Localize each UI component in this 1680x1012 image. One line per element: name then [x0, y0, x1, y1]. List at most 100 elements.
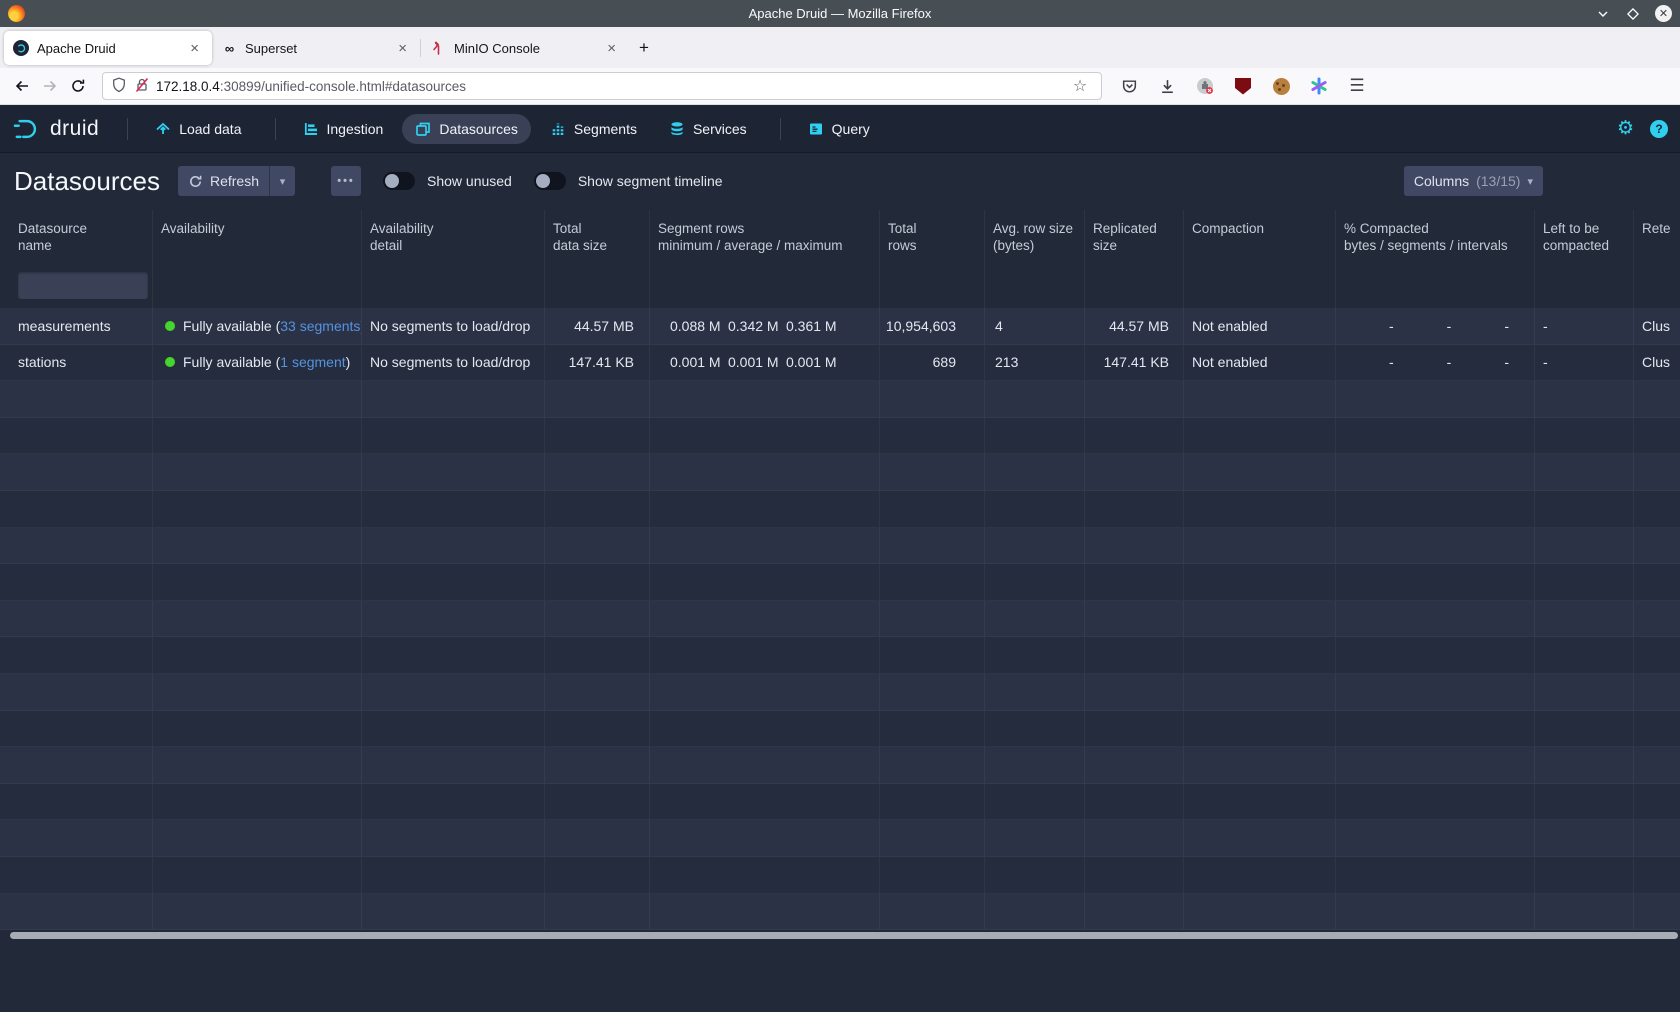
empty-table-row: [0, 381, 1680, 418]
bookmark-star-icon[interactable]: ☆: [1067, 73, 1093, 99]
nav-item-label: Ingestion: [327, 121, 384, 137]
refresh-dropdown-button[interactable]: ▾: [269, 166, 295, 196]
nav-item-services[interactable]: Services: [656, 114, 760, 144]
nav-item-ingestion[interactable]: Ingestion: [290, 114, 397, 144]
nav-item-segments[interactable]: Segments: [537, 114, 650, 144]
window-maximize-button[interactable]: [1625, 6, 1641, 22]
tab-minio-console[interactable]: MinIO Console ×: [421, 31, 629, 65]
chevron-down-icon: ▾: [1527, 175, 1533, 188]
settings-gear-icon[interactable]: ⚙: [1617, 117, 1634, 140]
nav-item-datasources[interactable]: Datasources: [402, 114, 531, 144]
superset-favicon-icon: ∞: [221, 40, 237, 56]
pocket-icon[interactable]: [1116, 73, 1142, 99]
segments-link[interactable]: 33 segments: [280, 318, 360, 334]
url-bar[interactable]: 172.18.0.4:30899/unified-console.html#da…: [102, 72, 1102, 100]
cookie-extension-icon[interactable]: [1268, 73, 1294, 99]
column-header-availability-detail[interactable]: Availabilitydetail: [362, 210, 545, 262]
show-unused-toggle[interactable]: [383, 172, 415, 190]
total-rows-cell: 10,954,603: [880, 308, 985, 344]
tab-label: Superset: [245, 41, 394, 56]
table-row-stations[interactable]: stations Fully available (1 segment) No …: [0, 345, 1680, 382]
refresh-icon: [188, 174, 203, 189]
window-close-button[interactable]: ✕: [1655, 5, 1672, 22]
reload-button[interactable]: [64, 72, 92, 100]
nav-divider: [127, 118, 128, 140]
shield-icon[interactable]: [111, 77, 127, 96]
druid-brand[interactable]: druid: [12, 116, 99, 142]
tab-close-icon[interactable]: ×: [394, 38, 411, 59]
druid-navbar: druid Load data Ingestion Datasources Se…: [0, 105, 1680, 152]
refresh-button[interactable]: Refresh: [178, 166, 269, 196]
column-header-segment-rows[interactable]: Segment rowsminimum / average / maximum: [650, 210, 880, 262]
table-row-measurements[interactable]: measurements Fully available (33 segment…: [0, 308, 1680, 345]
table-empty-rows: [0, 381, 1680, 930]
total-data-size-cell: 147.41 KB: [545, 345, 650, 381]
asterisk-extension-icon[interactable]: [1306, 73, 1332, 99]
datasource-name-cell[interactable]: measurements: [0, 308, 153, 344]
toggle-knob: [536, 174, 550, 188]
empty-table-row: [0, 601, 1680, 638]
tab-superset[interactable]: ∞ Superset ×: [212, 31, 420, 65]
show-segment-timeline-label: Show segment timeline: [578, 173, 723, 189]
column-header-pct-compacted[interactable]: % Compactedbytes / segments / intervals: [1336, 210, 1535, 262]
compaction-cell[interactable]: Not enabled: [1184, 308, 1336, 344]
page-title: Datasources: [14, 166, 160, 197]
tab-label: Apache Druid: [37, 41, 186, 56]
page-header: Datasources Refresh ▾ ••• Show unused Sh…: [0, 152, 1680, 210]
replicated-size-cell: 44.57 MB: [1085, 308, 1184, 344]
ublock-origin-icon[interactable]: [1230, 73, 1256, 99]
segment-rows-cell: 0.001 M0.001 M0.001 M: [650, 345, 880, 381]
filter-row: [0, 262, 1680, 308]
insecure-lock-icon[interactable]: [134, 77, 150, 96]
window-minimize-button[interactable]: [1595, 6, 1611, 22]
help-icon[interactable]: ?: [1650, 120, 1668, 138]
column-header-retention[interactable]: Rete: [1634, 210, 1680, 262]
hamburger-menu-icon[interactable]: ☰: [1344, 73, 1370, 99]
nav-item-load-data[interactable]: Load data: [142, 114, 254, 144]
columns-count: (13/15): [1476, 173, 1520, 189]
column-header-avg-row-size[interactable]: Avg. row size(bytes): [985, 210, 1085, 262]
nav-item-query[interactable]: Query: [795, 114, 883, 144]
load-data-icon: [155, 121, 171, 137]
compaction-cell[interactable]: Not enabled: [1184, 345, 1336, 381]
tab-close-icon[interactable]: ×: [603, 38, 620, 59]
druid-logo-icon: [12, 116, 42, 142]
retention-cell[interactable]: Clus: [1634, 345, 1680, 381]
horizontal-scrollbar[interactable]: [10, 932, 1678, 939]
download-icon[interactable]: [1154, 73, 1180, 99]
segments-link[interactable]: 1 segment: [280, 354, 345, 370]
datasources-icon: [415, 121, 431, 137]
avg-row-size-cell: 4: [985, 308, 1085, 344]
extension-disabled-icon[interactable]: [1192, 73, 1218, 99]
nav-divider: [275, 118, 276, 140]
column-header-datasource-name[interactable]: Datasourcename: [0, 210, 153, 262]
column-header-total-rows[interactable]: Totalrows: [880, 210, 985, 262]
column-header-availability[interactable]: Availability: [153, 210, 362, 262]
tab-close-icon[interactable]: ×: [186, 38, 203, 59]
retention-cell[interactable]: Clus: [1634, 308, 1680, 344]
tab-apache-druid[interactable]: Apache Druid ×: [4, 31, 212, 65]
new-tab-button[interactable]: +: [629, 33, 659, 63]
availability-detail-cell: No segments to load/drop: [362, 308, 545, 344]
show-segment-timeline-toggle[interactable]: [534, 172, 566, 190]
pct-compacted-cell: ---: [1336, 345, 1535, 381]
nav-divider: [780, 118, 781, 140]
back-button[interactable]: [8, 72, 36, 100]
segments-icon: [550, 121, 566, 137]
datasource-name-filter-input[interactable]: [18, 272, 148, 299]
columns-button[interactable]: Columns (13/15) ▾: [1404, 166, 1543, 196]
url-text: 172.18.0.4:30899/unified-console.html#da…: [156, 79, 1067, 94]
avg-row-size-cell: 213: [985, 345, 1085, 381]
datasource-name-cell[interactable]: stations: [0, 345, 153, 381]
toggle-knob: [385, 174, 399, 188]
forward-button[interactable]: [36, 72, 64, 100]
column-header-total-data-size[interactable]: Totaldata size: [545, 210, 650, 262]
query-icon: [808, 121, 824, 137]
segment-rows-cell: 0.088 M0.342 M0.361 M: [650, 308, 880, 344]
column-header-replicated-size[interactable]: Replicatedsize: [1085, 210, 1184, 262]
more-actions-button[interactable]: •••: [331, 166, 361, 196]
column-header-left-to-be-compacted[interactable]: Left to becompacted: [1535, 210, 1634, 262]
empty-table-row: [0, 637, 1680, 674]
column-header-compaction[interactable]: Compaction: [1184, 210, 1336, 262]
nav-item-label: Load data: [179, 121, 241, 137]
